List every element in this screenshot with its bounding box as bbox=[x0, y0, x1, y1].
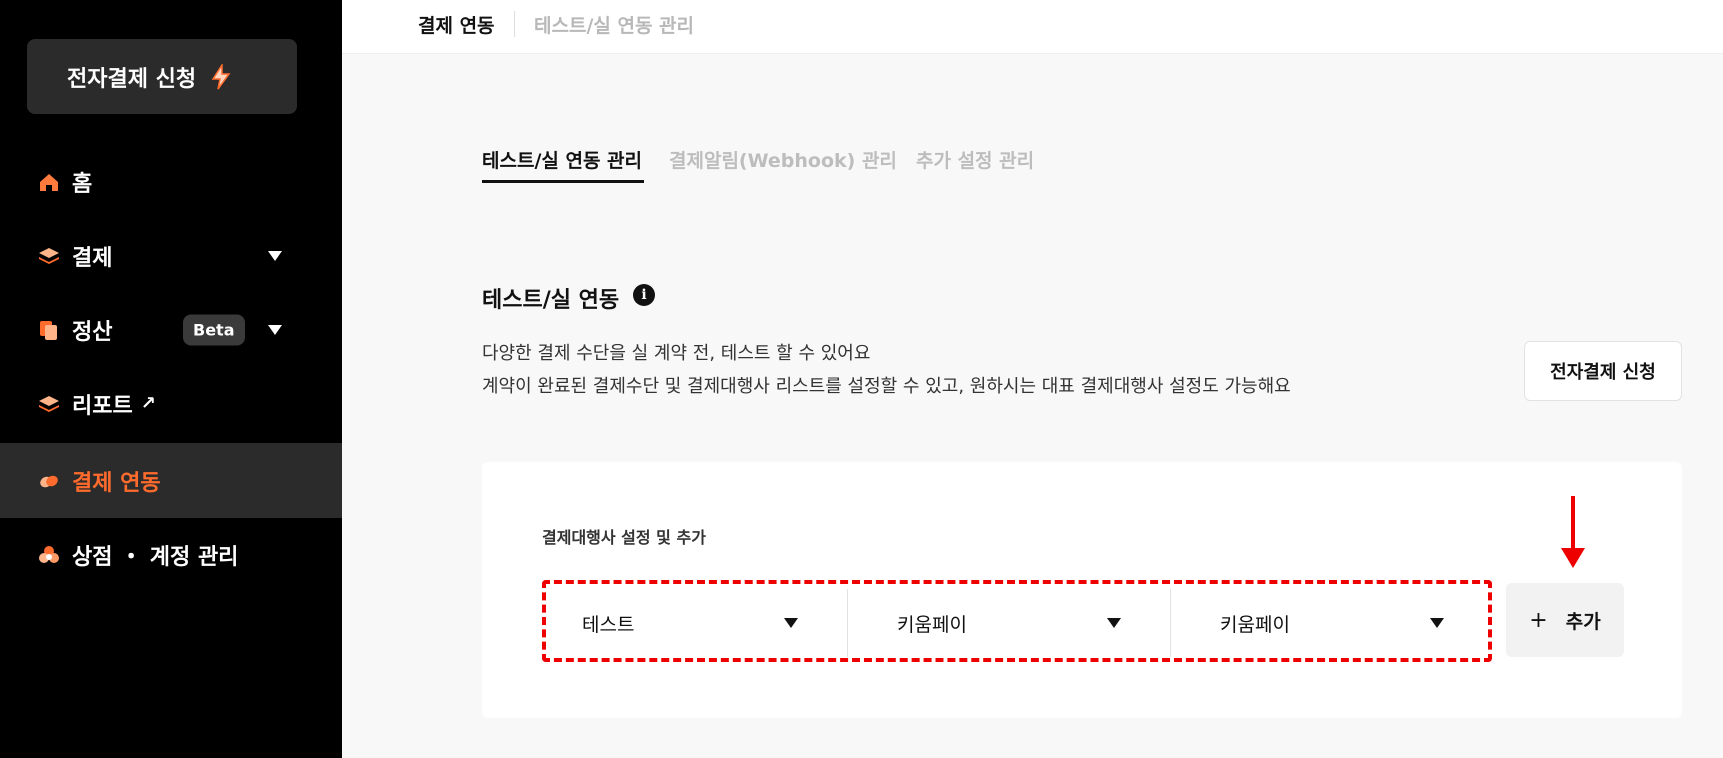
breadcrumb-divider bbox=[514, 11, 515, 37]
tab-webhook[interactable]: 결제알림(Webhook) 관리 bbox=[669, 146, 897, 173]
breadcrumb-current[interactable]: 결제 연동 bbox=[418, 11, 495, 38]
copy-icon bbox=[38, 319, 60, 341]
pg-settings-card: 결제대행사 설정 및 추가 테스트 키움페이 키움페이 + 추가 bbox=[482, 462, 1682, 718]
tab-extra-settings[interactable]: 추가 설정 관리 bbox=[916, 146, 1034, 173]
arrow-down-annotation-icon bbox=[1558, 494, 1588, 574]
sidebar-item-settlement[interactable]: 정산 Beta bbox=[0, 292, 342, 367]
beta-badge: Beta bbox=[183, 314, 245, 345]
layers-icon bbox=[38, 245, 60, 267]
section-title: 테스트/실 연동 bbox=[482, 288, 620, 313]
layers-icon bbox=[38, 393, 60, 415]
info-icon[interactable]: i bbox=[633, 284, 655, 306]
sidebar-item-integration[interactable]: 결제 연동 bbox=[0, 443, 342, 518]
link-icon bbox=[38, 470, 60, 492]
sidebar-item-label: 상점 ・ 계정 관리 bbox=[72, 544, 239, 570]
store-icon bbox=[38, 544, 60, 566]
sidebar-item-report[interactable]: 리포트 ↗ bbox=[0, 366, 342, 441]
sidebar-item-payment[interactable]: 결제 bbox=[0, 218, 342, 293]
external-link-icon: ↗ bbox=[140, 393, 156, 414]
sidebar-item-label: 결제 bbox=[72, 245, 113, 271]
pg-settings-label: 결제대행사 설정 및 추가 bbox=[542, 528, 706, 547]
tab-test-live[interactable]: 테스트/실 연동 관리 bbox=[482, 146, 642, 173]
sidebar-item-store-account[interactable]: 상점 ・ 계정 관리 bbox=[0, 517, 342, 592]
top-bar: 결제 연동 테스트/실 연동 관리 bbox=[342, 0, 1723, 54]
chevron-down-icon[interactable] bbox=[268, 324, 282, 335]
home-icon bbox=[38, 171, 60, 193]
sidebar: 전자결제 신청 홈 결제 정산 Beta 리포트 ↗ 결제 연동 상점 ・ 계정… bbox=[0, 0, 342, 758]
sidebar-item-home[interactable]: 홈 bbox=[0, 144, 342, 219]
sidebar-apply-button[interactable]: 전자결제 신청 bbox=[27, 39, 297, 114]
breadcrumb-sub[interactable]: 테스트/실 연동 관리 bbox=[534, 11, 694, 38]
add-button-label: 추가 bbox=[1565, 610, 1601, 633]
sidebar-item-label: 홈 bbox=[72, 171, 93, 197]
lightning-icon bbox=[210, 63, 232, 90]
sidebar-item-label: 리포트 bbox=[72, 393, 133, 419]
add-pg-button[interactable]: + 추가 bbox=[1506, 583, 1624, 657]
sidebar-item-label: 결제 연동 bbox=[72, 470, 161, 496]
apply-payment-button[interactable]: 전자결제 신청 bbox=[1524, 341, 1682, 401]
apply-button-label: 전자결제 신청 bbox=[67, 66, 197, 92]
active-tab-indicator bbox=[482, 180, 644, 183]
sidebar-item-label: 정산 bbox=[72, 319, 113, 345]
section-description-line1: 다양한 결제 수단을 실 계약 전, 테스트 할 수 있어요 bbox=[482, 343, 871, 364]
plus-icon: + bbox=[1529, 607, 1548, 633]
section-description-line2: 계약이 완료된 결제수단 및 결제대행사 리스트를 설정할 수 있고, 원하시는… bbox=[482, 376, 1291, 397]
highlight-annotation-box bbox=[542, 580, 1492, 662]
chevron-down-icon[interactable] bbox=[268, 250, 282, 261]
